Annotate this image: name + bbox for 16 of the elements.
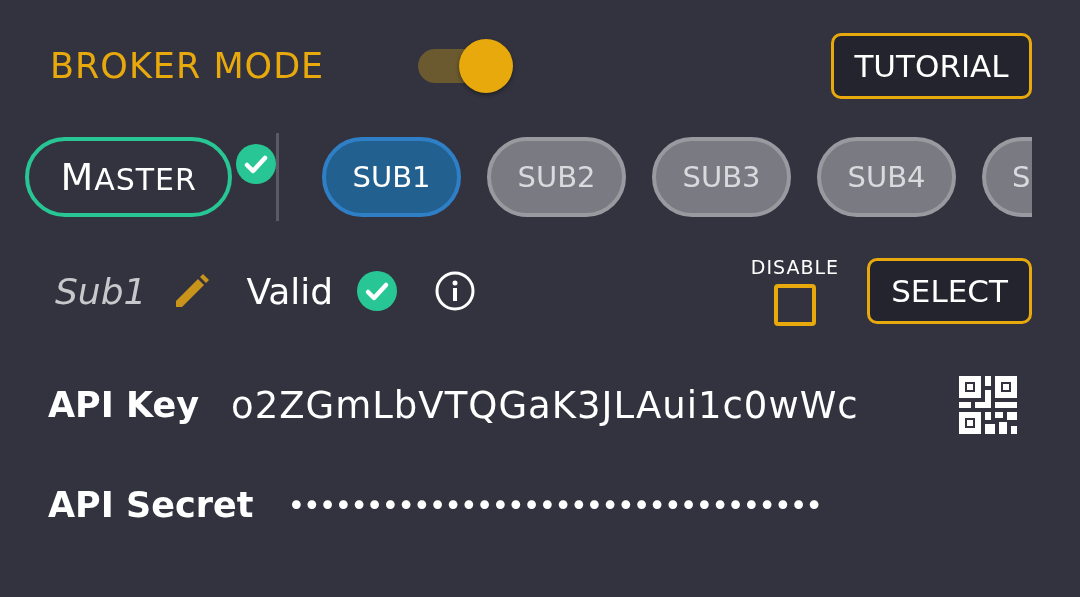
- qr-code-icon[interactable]: [959, 376, 1017, 434]
- api-key-value: o2ZGmLbVTQGaK3JLAui1c0wWc: [231, 383, 859, 427]
- account-name: Sub1: [55, 270, 147, 312]
- disable-label: DISABLE: [750, 256, 840, 278]
- info-icon[interactable]: [435, 271, 476, 311]
- api-key-label: API Key: [48, 385, 199, 425]
- disable-checkbox[interactable]: [774, 284, 816, 326]
- broker-mode-toggle[interactable]: [418, 39, 513, 93]
- api-secret-value: ••••••••••••••••••••••••••••••••••: [287, 487, 822, 523]
- tutorial-button[interactable]: TUTORIAL: [831, 33, 1032, 99]
- api-secret-label: API Secret: [48, 485, 254, 525]
- broker-mode-label: BROKER MODE: [50, 46, 326, 86]
- pencil-icon[interactable]: [174, 273, 211, 309]
- status-text: Valid: [246, 270, 334, 312]
- select-button[interactable]: SELECT: [867, 258, 1032, 324]
- sub-account-tab[interactable]: SUB1: [322, 137, 461, 217]
